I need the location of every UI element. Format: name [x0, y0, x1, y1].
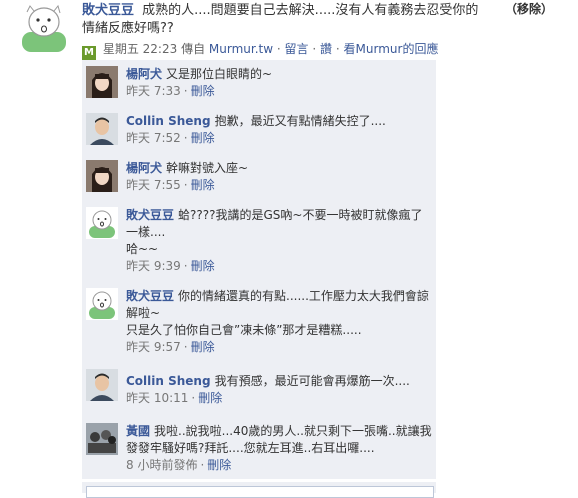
comment-link[interactable]: 留言	[285, 42, 309, 56]
meta-separator: ·	[183, 84, 188, 98]
comment-input[interactable]	[86, 486, 434, 498]
commenter-avatar[interactable]	[86, 369, 118, 401]
murmur-app-icon: M	[82, 46, 96, 60]
meta-separator: ·	[183, 259, 188, 273]
commenter-avatar[interactable]	[86, 66, 118, 98]
comment-item: 黃國 我啦..說我啦...40歲的男人..就只剩下一張嘴..就讓我發發牢騷好嗎?拜…	[82, 417, 436, 480]
comment-author-link[interactable]: 楊阿犬	[126, 67, 162, 81]
post-via-text: 傳自	[181, 42, 206, 56]
comment-item: 楊阿犬 又是那位白眼睛的~ 昨天 7:33 · 刪除	[82, 60, 436, 108]
comment-time: 昨天 9:39	[126, 259, 181, 273]
post-text: 成熟的人....問題要自己去解決.....沒有人有義務去忍受你的情緒反應好嗎??	[82, 3, 479, 36]
commenter-avatar[interactable]	[86, 113, 118, 145]
meta-separator: ·	[200, 458, 205, 472]
comment-author-link[interactable]: Collin Sheng	[126, 374, 211, 388]
delete-comment-link[interactable]: 刪除	[191, 340, 215, 354]
comment-item: 敗犬豆豆 你的情緒還真的有點......工作壓力太大我們會諒解啦~ 只是久了怕你自…	[82, 282, 436, 364]
commenter-avatar[interactable]	[86, 160, 118, 192]
post-author-link[interactable]: 敗犬豆豆	[82, 3, 134, 18]
comment-compose-area	[82, 482, 436, 498]
delete-comment-link[interactable]: 刪除	[191, 178, 215, 192]
delete-comment-link[interactable]: 刪除	[198, 391, 222, 405]
commenter-avatar[interactable]	[86, 423, 118, 455]
girl-photo-icon	[86, 160, 118, 192]
comment-time: 昨天 7:33	[126, 84, 181, 98]
comment-author-link[interactable]: 黃國	[126, 424, 150, 438]
post-datetime: 星期五 22:23	[102, 42, 178, 56]
meta-separator: ·	[183, 178, 188, 192]
comment-time: 昨天 10:11	[126, 391, 189, 405]
comment-item: 敗犬豆豆 蛤????我講的是GS吶~不要一時被盯就像瘋了一樣.... 哈~~ 昨天…	[82, 201, 436, 283]
comment-author-link[interactable]: 楊阿犬	[126, 161, 162, 175]
comment-text: 抱歉，最近又有點情緒失控了....	[214, 114, 386, 128]
meta-separator: ·	[183, 340, 188, 354]
man-photo-icon	[86, 369, 118, 401]
meta-separator: ·	[335, 42, 340, 56]
comment-text: 我啦..說我啦...40歲的男人..就只剩下一張嘴..就讓我發發牢騷好嗎?拜託.…	[126, 424, 432, 455]
like-link[interactable]: 讚	[320, 42, 332, 56]
cartoon-avatar-icon	[86, 207, 118, 239]
post-author-avatar[interactable]	[18, 2, 70, 54]
remove-post-button[interactable]: （移除）	[505, 0, 553, 17]
post-meta: M 星期五 22:23 傳自 Murmur.tw · 留言 · 讚 · 看Mur…	[82, 40, 438, 60]
comment-text: 幹嘛對號入座~	[166, 161, 249, 175]
source-app-link[interactable]: Murmur.tw	[209, 42, 273, 56]
delete-comment-link[interactable]: 刪除	[207, 458, 231, 472]
comment-item: 楊阿犬 幹嘛對號入座~ 昨天 7:55 · 刪除	[82, 154, 436, 202]
comment-time: 8 小時前發佈	[126, 458, 198, 472]
delete-comment-link[interactable]: 刪除	[191, 131, 215, 145]
delete-comment-link[interactable]: 刪除	[191, 84, 215, 98]
meta-separator: ·	[183, 131, 188, 145]
group-photo-icon	[86, 423, 118, 455]
view-murmur-replies-link[interactable]: 看Murmur的回應	[344, 42, 439, 56]
meta-separator: ·	[312, 42, 317, 56]
comment-item: Collin Sheng 抱歉，最近又有點情緒失控了.... 昨天 7:52 · 刪除	[82, 107, 436, 155]
girl-photo-icon	[86, 66, 118, 98]
comment-time: 昨天 7:52	[126, 131, 181, 145]
comment-text: 又是那位白眼睛的~	[166, 67, 273, 81]
comment-author-link[interactable]: 敗犬豆豆	[126, 208, 174, 222]
meta-separator: ·	[276, 42, 281, 56]
man-photo-icon	[86, 113, 118, 145]
comment-time: 昨天 7:55	[126, 178, 181, 192]
comment-author-link[interactable]: Collin Sheng	[126, 114, 211, 128]
comment-author-link[interactable]: 敗犬豆豆	[126, 289, 174, 303]
delete-comment-link[interactable]: 刪除	[191, 259, 215, 273]
post-header: 敗犬豆豆 成熟的人....問題要自己去解決.....沒有人有義務去忍受你的情緒反…	[82, 2, 482, 38]
commenter-avatar[interactable]	[86, 288, 118, 320]
cartoon-avatar-icon	[22, 4, 66, 52]
commenter-avatar[interactable]	[86, 207, 118, 239]
comment-time: 昨天 9:57	[126, 340, 181, 354]
meta-separator: ·	[191, 391, 196, 405]
cartoon-avatar-icon	[86, 288, 118, 320]
comment-item: Collin Sheng 我有預感，最近可能會再爆筋一次.... 昨天 10:11…	[82, 363, 436, 418]
comment-text: 我有預感，最近可能會再爆筋一次....	[214, 374, 410, 388]
